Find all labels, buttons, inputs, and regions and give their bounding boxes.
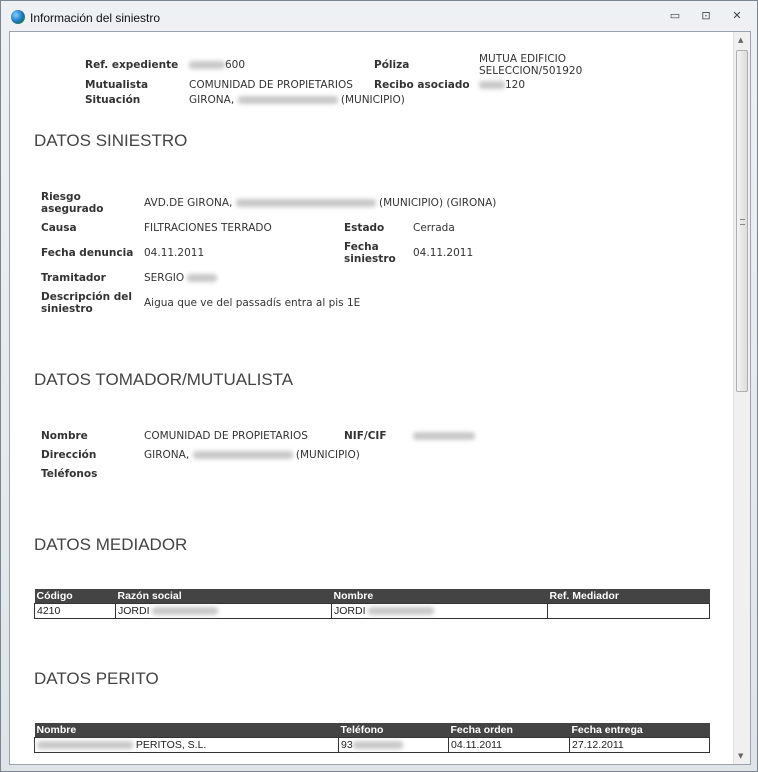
column-header: Nombre (34, 723, 339, 738)
mediador-table: Código Razón social Nombre Ref. Mediador… (34, 589, 710, 619)
telefonos-label: Teléfonos (41, 468, 98, 480)
redacted (187, 274, 218, 282)
cell-text: PERITOS, S.L. (135, 739, 207, 751)
column-header: Fecha entrega (569, 723, 710, 738)
table-header: Código Razón social Nombre Ref. Mediador (34, 589, 710, 604)
section-title-tomador: DATOS TOMADOR/MUTUALISTA (34, 370, 294, 389)
fecha-siniestro-value: 04.11.2011 (413, 247, 474, 259)
riesgo-label-1: Riesgo (41, 191, 81, 203)
grip-icon (740, 219, 745, 225)
fecha-denuncia-value: 04.11.2011 (144, 247, 205, 259)
column-header: Nombre (331, 589, 548, 604)
direccion-prefix: GIRONA, (144, 449, 190, 461)
table-cell: PERITOS, S.L. (34, 737, 339, 753)
maximize-button[interactable]: ⊡ (699, 9, 713, 23)
poliza-value-2: SELECCION/501920 (479, 65, 583, 77)
globe-icon (11, 10, 25, 24)
redacted (413, 432, 475, 440)
situacion-prefix: GIRONA, (189, 94, 235, 106)
tramitador-label: Tramitador (41, 272, 106, 284)
column-header: Ref. Mediador (547, 589, 710, 604)
riesgo-label-2: asegurado (41, 203, 104, 215)
direccion-label: Dirección (41, 449, 97, 461)
redacted (352, 741, 403, 750)
redacted (237, 96, 338, 104)
tramitador-text: SERGIO (144, 272, 185, 284)
redacted (152, 607, 219, 616)
table-cell: 4210 (34, 603, 116, 619)
descripcion-label-2: siniestro (41, 303, 93, 315)
poliza-label: Póliza (374, 59, 410, 71)
situacion-label: Situación (85, 94, 141, 106)
estado-label: Estado (344, 222, 385, 234)
scroll-down-icon[interactable]: ▼ (738, 752, 743, 760)
nombre-label: Nombre (41, 430, 88, 442)
redacted (368, 607, 435, 616)
nif-label: NIF/CIF (344, 430, 387, 442)
cell-text: JORDI (118, 605, 150, 617)
redacted (189, 61, 225, 69)
redacted (192, 451, 293, 459)
section-title-siniestro: DATOS SINIESTRO (34, 131, 188, 150)
recibo-value: 120 (479, 79, 525, 91)
cell-text: 93 (341, 739, 353, 751)
mutualista-value: COMUNIDAD DE PROPIETARIOS (189, 79, 353, 91)
riesgo-suffix: (MUNICIPIO) (GIRONA) (379, 197, 497, 209)
title-bar: Información del siniestro ▭ ⊡ ✕ (1, 1, 757, 31)
vertical-scrollbar[interactable]: ▲ ▼ (733, 32, 750, 764)
causa-value: FILTRACIONES TERRADO (144, 222, 272, 234)
table-cell: 04.11.2011 (448, 737, 570, 753)
redacted (235, 199, 376, 207)
section-title-perito: DATOS PERITO (34, 669, 159, 688)
fecha-siniestro-label-2: siniestro (344, 253, 396, 265)
column-header: Código (34, 589, 116, 604)
recibo-value-text: 120 (505, 79, 526, 91)
column-header: Fecha orden (448, 723, 570, 738)
descripcion-value: Aigua que ve del passadís entra al pis 1… (144, 297, 361, 309)
poliza-value-1: MUTUA EDIFICIO (479, 53, 567, 65)
direccion-suffix: (MUNICIPIO) (295, 449, 360, 461)
redacted (479, 81, 505, 89)
table-cell (547, 603, 710, 619)
table-cell: JORDI (115, 603, 332, 619)
table-row: PERITOS, S.L. 93 04.11.2011 27.12.2011 (34, 737, 710, 753)
table-cell: 27.12.2011 (569, 737, 710, 753)
perito-table: Nombre Teléfono Fecha orden Fecha entreg… (34, 723, 710, 753)
minimize-button[interactable]: ▭ (668, 9, 682, 23)
content-area: Ref. expediente 600 Póliza MUTUA EDIFICI… (9, 31, 751, 765)
estado-value: Cerrada (413, 222, 455, 234)
nif-value (413, 430, 475, 442)
table-header: Nombre Teléfono Fecha orden Fecha entreg… (34, 723, 710, 738)
riesgo-prefix: AVD.DE GIRONA, (144, 197, 233, 209)
tramitador-value: SERGIO (144, 272, 218, 284)
mutualista-label: Mutualista (85, 79, 149, 91)
ref-expediente-value: 600 (189, 59, 245, 71)
fecha-siniestro-label-1: Fecha (344, 241, 379, 253)
ref-expediente-label: Ref. expediente (85, 59, 179, 71)
scroll-up-icon[interactable]: ▲ (738, 36, 743, 44)
nombre-value: COMUNIDAD DE PROPIETARIOS (144, 430, 308, 442)
section-title-mediador: DATOS MEDIADOR (34, 535, 188, 554)
column-header: Teléfono (338, 723, 449, 738)
table-cell: 93 (338, 737, 449, 753)
close-button[interactable]: ✕ (730, 9, 744, 23)
descripcion-label-1: Descripción del (41, 291, 133, 303)
situacion-value: GIRONA, (MUNICIPIO) (189, 94, 405, 106)
table-cell: JORDI (331, 603, 548, 619)
situacion-suffix: (MUNICIPIO) (340, 94, 405, 106)
fecha-denuncia-label: Fecha denuncia (41, 247, 134, 259)
causa-label: Causa (41, 222, 77, 234)
column-header: Razón social (115, 589, 332, 604)
table-row: 4210 JORDI JORDI (34, 603, 710, 619)
ref-value-text: 600 (225, 59, 246, 71)
scrollbar-thumb[interactable] (736, 50, 748, 392)
recibo-label: Recibo asociado (374, 79, 470, 91)
window: Información del siniestro ▭ ⊡ ✕ Ref. exp… (0, 0, 758, 772)
window-title: Información del siniestro (30, 11, 161, 25)
cell-text: JORDI (334, 605, 366, 617)
redacted (37, 741, 133, 750)
direccion-value: GIRONA, (MUNICIPIO) (144, 449, 360, 461)
riesgo-value: AVD.DE GIRONA, (MUNICIPIO) (GIRONA) (144, 197, 496, 209)
